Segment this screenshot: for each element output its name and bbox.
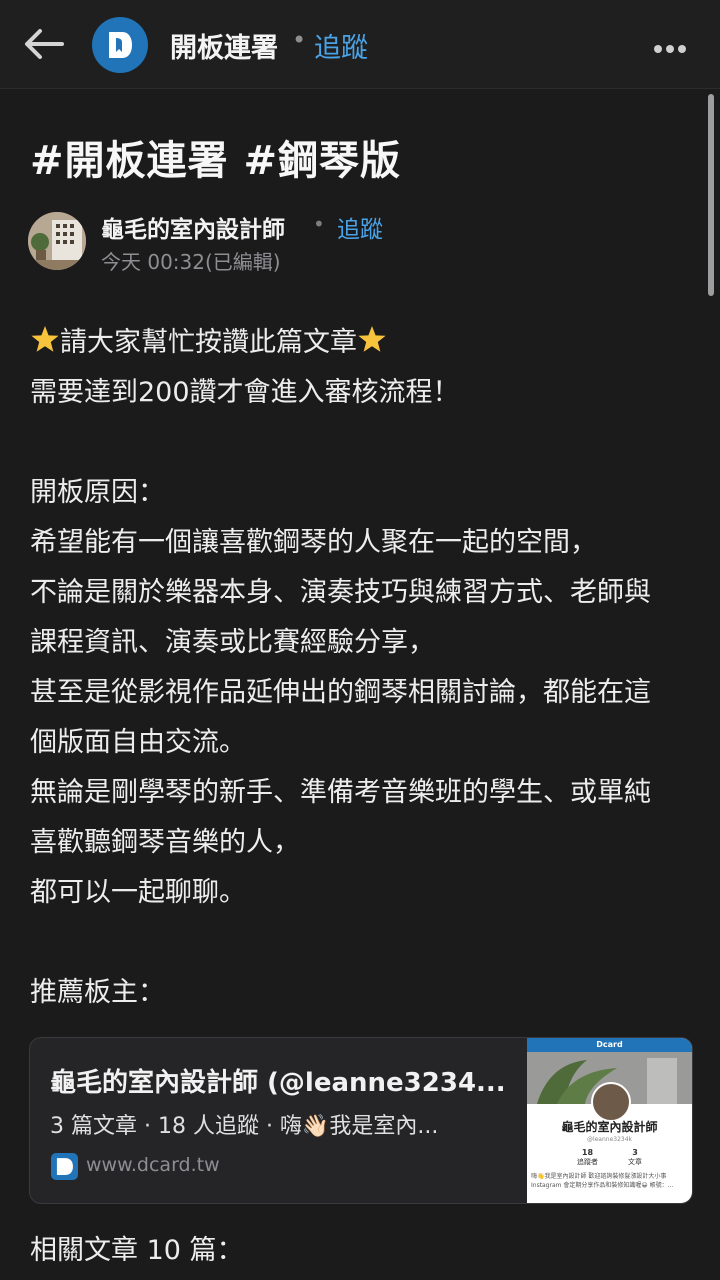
- thumbnail-stats: 18 追蹤者 3 文章: [527, 1148, 692, 1167]
- post-title: #開板連署 #鋼琴版: [30, 138, 401, 184]
- thumbnail-handle: @leanne3234k: [586, 1136, 633, 1143]
- author-name[interactable]: 龜毛的室內設計師: [101, 210, 285, 244]
- arrow-left-icon[interactable]: [22, 26, 66, 62]
- link-preview-card[interactable]: 龜毛的室內設計師 (@leanne3234... 3 篇文章 · 18 人追蹤 …: [29, 1037, 693, 1204]
- content-line: 無論是剛學琴的新手、準備考音樂班的學生、或單純: [30, 777, 651, 808]
- separator-dot: •: [313, 212, 325, 236]
- link-card-domain: www.dcard.tw: [86, 1154, 220, 1176]
- post-content: 請大家幫忙按讚此篇文章 需要達到200讚才會進入審核流程！ 開板原因： 希望能有…: [30, 318, 700, 1018]
- star-emoji-icon: [358, 326, 386, 352]
- content-line: 推薦板主：: [30, 977, 165, 1008]
- scrollbar[interactable]: [708, 94, 714, 296]
- star-emoji-icon: [31, 326, 59, 352]
- link-card-thumbnail: Dcard 龜毛的室內設計師 @leanne3234k 18 追蹤者 3 文章 嗨👋…: [527, 1038, 692, 1203]
- top-bar: 開板連署 • 追蹤: [0, 0, 720, 89]
- separator-dot: •: [292, 26, 307, 54]
- thumbnail-followers: 18 追蹤者: [577, 1148, 598, 1166]
- content-line: 喜歡聽鋼琴音樂的人，: [30, 827, 300, 858]
- content-line: 開板原因：: [30, 477, 165, 508]
- thumbnail-name: 龜毛的室內設計師: [561, 1120, 658, 1134]
- content-line: 希望能有一個讓喜歡鋼琴的人聚在一起的空間，: [30, 527, 597, 558]
- content-line: 需要達到200讚才會進入審核流程！: [30, 377, 460, 408]
- content-line: 都可以一起聊聊。: [30, 877, 246, 908]
- dcard-favicon-icon: [51, 1153, 78, 1180]
- thumbnail-bio: 嗨👋我是室內設計師 歡迎諮詢裝修髮漲設計大小事 Instagram 會定期分享作…: [531, 1173, 674, 1189]
- thumbnail-posts: 3 文章: [628, 1148, 642, 1166]
- dcard-logo-icon[interactable]: [92, 17, 148, 73]
- thumbnail-avatar: [591, 1082, 631, 1122]
- more-dots-icon[interactable]: [654, 38, 692, 53]
- link-card-description: 3 篇文章 · 18 人追蹤 · 嗨👋🏻我是室內...: [50, 1114, 439, 1139]
- content-line: 個版面自由交流。: [30, 727, 246, 758]
- follow-author-button[interactable]: 追蹤: [337, 210, 383, 244]
- author-avatar[interactable]: [28, 212, 86, 270]
- content-line: 甚至是從影視作品延伸出的鋼琴相關討論，都能在這: [30, 677, 651, 708]
- content-line: 請大家幫忙按讚此篇文章: [30, 318, 700, 368]
- board-name[interactable]: 開板連署: [170, 26, 278, 65]
- post-timestamp: 今天 00:32(已編輯): [101, 250, 281, 274]
- related-posts-heading: 相關文章 10 篇：: [30, 1235, 244, 1266]
- link-card-title: 龜毛的室內設計師 (@leanne3234...: [50, 1068, 506, 1098]
- content-line: 不論是關於樂器本身、演奏技巧與練習方式、老師與: [30, 577, 651, 608]
- follow-board-button[interactable]: 追蹤: [314, 26, 368, 65]
- thumbnail-brand: Dcard: [527, 1038, 692, 1052]
- content-line: 課程資訊、演奏或比賽經驗分享，: [30, 627, 435, 658]
